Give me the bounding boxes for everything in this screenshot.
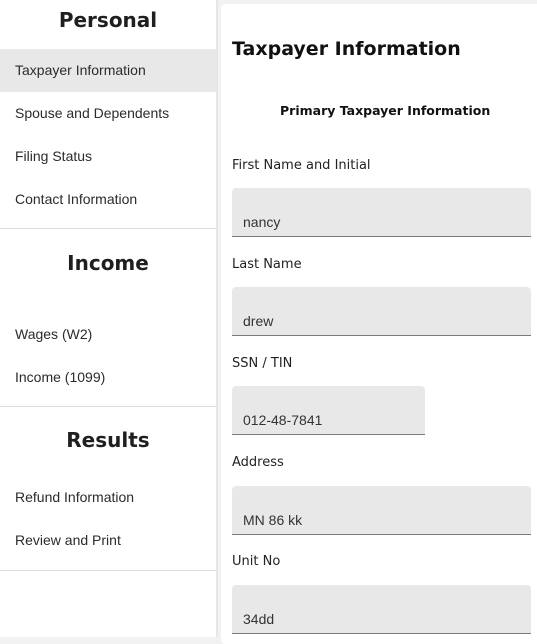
address-input[interactable]	[232, 486, 531, 535]
first-name-label: First Name and Initial	[232, 158, 371, 173]
form-subtitle: Primary Taxpayer Information	[280, 103, 491, 118]
unit-no-label: Unit No	[232, 554, 281, 569]
ssn-tin-label: SSN / TIN	[232, 356, 293, 371]
section-personal: Personal Taxpayer Information Spouse and…	[0, 0, 216, 229]
unit-no-input[interactable]	[232, 585, 531, 634]
first-name-input[interactable]	[232, 188, 531, 237]
sidebar-item-review-and-print[interactable]: Review and Print	[0, 519, 216, 562]
sidebar-item-income-1099[interactable]: Income (1099)	[0, 356, 216, 399]
section-title-results: Results	[66, 428, 150, 452]
sidebar-nav: Personal Taxpayer Information Spouse and…	[0, 0, 217, 637]
section-title-income: Income	[67, 251, 149, 275]
sidebar-item-taxpayer-information[interactable]: Taxpayer Information	[0, 49, 216, 92]
last-name-input[interactable]	[232, 287, 531, 336]
taxpayer-form-panel: Taxpayer Information Primary Taxpayer In…	[221, 4, 537, 644]
last-name-label: Last Name	[232, 257, 302, 272]
address-label: Address	[232, 455, 284, 470]
sidebar-item-contact-information[interactable]: Contact Information	[0, 178, 216, 221]
sidebar-item-wages-w2[interactable]: Wages (W2)	[0, 313, 216, 356]
section-results: Results Refund Information Review and Pr…	[0, 407, 216, 571]
sidebar-item-refund-information[interactable]: Refund Information	[0, 476, 216, 519]
sidebar-item-filing-status[interactable]: Filing Status	[0, 135, 216, 178]
sidebar-item-spouse-and-dependents[interactable]: Spouse and Dependents	[0, 92, 216, 135]
section-title-personal: Personal	[58, 8, 158, 32]
page-title: Taxpayer Information	[232, 38, 461, 60]
section-income: Income Wages (W2) Income (1099)	[0, 229, 216, 407]
sidebar-scrollbar[interactable]	[216, 0, 218, 637]
ssn-tin-input[interactable]	[232, 386, 425, 435]
